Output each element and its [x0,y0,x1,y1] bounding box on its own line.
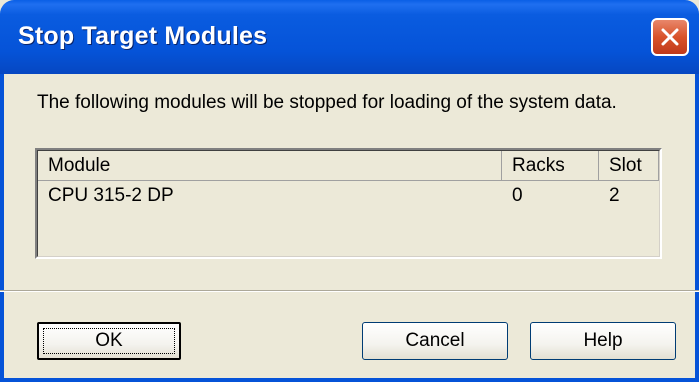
column-header-racks[interactable]: Racks [502,151,599,181]
help-button-label: Help [583,330,623,351]
column-header-module[interactable]: Module [38,151,502,181]
list-item[interactable]: CPU 315-2 DP 0 2 [38,182,659,210]
cell-racks: 0 [512,185,523,206]
ok-button[interactable]: OK [37,322,181,360]
dialog-message: The following modules will be stopped fo… [37,92,617,113]
window-border-left [0,74,4,382]
close-button[interactable] [651,18,689,56]
close-icon [661,28,679,46]
dialog-title: Stop Target Modules [18,22,268,50]
window-border-right [695,74,699,382]
cancel-button[interactable]: Cancel [362,322,508,360]
column-header-slot[interactable]: Slot [599,151,659,181]
modules-list-frame: Module Racks Slot CPU 315-2 DP 0 2 [37,150,660,257]
help-button[interactable]: Help [530,322,676,360]
focus-rectangle [43,328,175,354]
cell-slot: 2 [609,185,620,206]
cancel-button-label: Cancel [405,330,465,351]
cell-module: CPU 315-2 DP [48,185,174,206]
title-bar: Stop Target Modules [0,0,699,74]
button-separator [0,290,699,292]
window-border-bottom [0,378,699,382]
dialog-window: Stop Target Modules The following module… [0,0,699,382]
modules-list[interactable]: Module Racks Slot CPU 315-2 DP 0 2 [35,148,662,259]
list-header: Module Racks Slot [38,151,659,181]
